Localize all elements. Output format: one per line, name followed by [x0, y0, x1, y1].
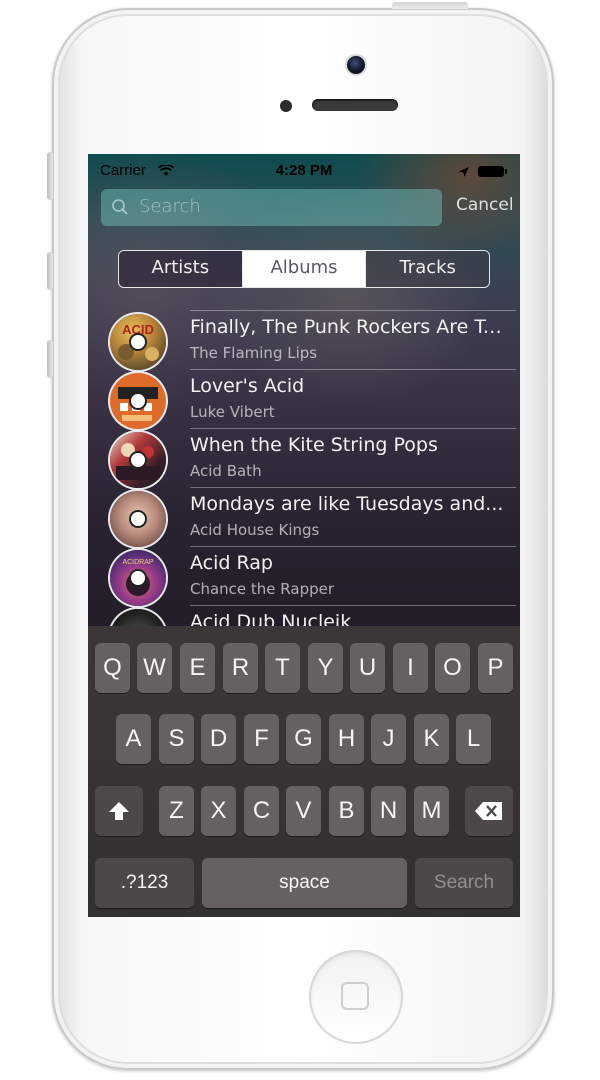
- key-r[interactable]: R: [223, 643, 258, 693]
- key-l[interactable]: L: [456, 714, 491, 764]
- disc-hole: [131, 453, 145, 467]
- key-m[interactable]: M: [414, 786, 449, 836]
- key-o[interactable]: O: [435, 643, 470, 693]
- disc-hole: [131, 571, 145, 585]
- key-s[interactable]: S: [159, 714, 194, 764]
- album-disc-art: [110, 432, 166, 488]
- location-arrow-icon: [458, 164, 470, 182]
- album-artist: Luke Vibert: [190, 403, 275, 421]
- search-key[interactable]: Search: [415, 858, 513, 908]
- screen: Carrier 4:28 PM Search Cancel Artists Al…: [88, 154, 520, 917]
- key-t[interactable]: T: [265, 643, 300, 693]
- backspace-icon: [475, 802, 502, 820]
- list-item[interactable]: ACIDRAP Acid Rap Chance the Rapper: [88, 546, 520, 606]
- key-n[interactable]: N: [371, 786, 406, 836]
- key-c[interactable]: C: [244, 786, 279, 836]
- scope-segmented-control: Artists Albums Tracks: [118, 250, 490, 288]
- disc-hole: [131, 394, 145, 408]
- status-time: 4:28 PM: [275, 162, 333, 179]
- list-item[interactable]: Lover's Acid Luke Vibert: [88, 369, 520, 429]
- key-k[interactable]: K: [414, 714, 449, 764]
- key-z[interactable]: Z: [159, 786, 194, 836]
- front-camera: [347, 56, 365, 74]
- row-separator: [190, 546, 516, 547]
- earpiece-speaker: [312, 99, 398, 111]
- numbers-key[interactable]: .?123: [95, 858, 194, 908]
- disc-hole: [131, 335, 145, 349]
- album-title: Acid Rap: [190, 552, 273, 574]
- proximity-sensor: [280, 100, 292, 112]
- album-artist: The Flaming Lips: [190, 344, 318, 362]
- album-title: When the Kite String Pops: [190, 434, 438, 456]
- key-p[interactable]: P: [478, 643, 513, 693]
- row-separator: [190, 487, 516, 488]
- space-key[interactable]: space: [202, 858, 407, 908]
- key-q[interactable]: Q: [95, 643, 130, 693]
- album-title: Mondays are like Tuesdays and...: [190, 493, 504, 515]
- power-button[interactable]: [392, 2, 468, 9]
- album-artist: Chance the Rapper: [190, 580, 335, 598]
- volume-up-button[interactable]: [47, 252, 53, 290]
- shift-arrow-icon: [109, 802, 129, 820]
- list-item[interactable]: Mondays are like Tuesdays and... Acid Ho…: [88, 487, 520, 547]
- album-artist: Acid Bath: [190, 462, 262, 480]
- cancel-button[interactable]: Cancel: [456, 195, 514, 215]
- tab-artists[interactable]: Artists: [119, 251, 242, 287]
- key-a[interactable]: A: [116, 714, 151, 764]
- shift-key[interactable]: [95, 786, 143, 836]
- key-v[interactable]: V: [286, 786, 321, 836]
- row-separator: [190, 310, 516, 311]
- key-j[interactable]: J: [371, 714, 406, 764]
- row-separator: [190, 605, 516, 606]
- volume-down-button[interactable]: [47, 340, 53, 378]
- disc-hole: [131, 512, 145, 526]
- key-d[interactable]: D: [201, 714, 236, 764]
- delete-key[interactable]: [465, 786, 513, 836]
- search-field[interactable]: Search: [101, 189, 442, 226]
- row-separator: [190, 428, 516, 429]
- key-h[interactable]: H: [329, 714, 364, 764]
- list-item[interactable]: ACID Finally, The Punk Rockers Are Ta...…: [88, 310, 520, 370]
- key-f[interactable]: F: [244, 714, 279, 764]
- album-title: Lover's Acid: [190, 375, 305, 397]
- home-button[interactable]: [309, 950, 403, 1044]
- album-disc-art: [110, 373, 166, 429]
- status-bar: Carrier 4:28 PM: [88, 154, 520, 188]
- tab-tracks[interactable]: Tracks: [365, 251, 489, 287]
- search-icon: [111, 198, 129, 220]
- key-b[interactable]: B: [329, 786, 364, 836]
- key-u[interactable]: U: [350, 643, 385, 693]
- album-artist: Acid House Kings: [190, 521, 320, 539]
- key-i[interactable]: I: [393, 643, 428, 693]
- album-disc-art: ACIDRAP: [110, 550, 166, 606]
- key-w[interactable]: W: [137, 643, 172, 693]
- mute-switch[interactable]: [47, 152, 53, 200]
- search-placeholder: Search: [139, 196, 201, 217]
- album-disc-art: [110, 491, 166, 547]
- album-disc-art: ACID: [110, 314, 166, 370]
- key-y[interactable]: Y: [308, 643, 343, 693]
- album-title: Finally, The Punk Rockers Are Ta...: [190, 316, 508, 338]
- list-item[interactable]: When the Kite String Pops Acid Bath: [88, 428, 520, 488]
- home-square-icon: [341, 982, 369, 1010]
- key-x[interactable]: X: [201, 786, 236, 836]
- key-g[interactable]: G: [286, 714, 321, 764]
- battery-icon: [478, 166, 507, 177]
- row-separator: [190, 369, 516, 370]
- tab-albums[interactable]: Albums: [241, 251, 366, 287]
- key-e[interactable]: E: [180, 643, 215, 693]
- svg-text:ACIDRAP: ACIDRAP: [122, 559, 153, 566]
- keyboard: Q W E R T Y U I O P A S D F G H J K L Z …: [88, 626, 520, 917]
